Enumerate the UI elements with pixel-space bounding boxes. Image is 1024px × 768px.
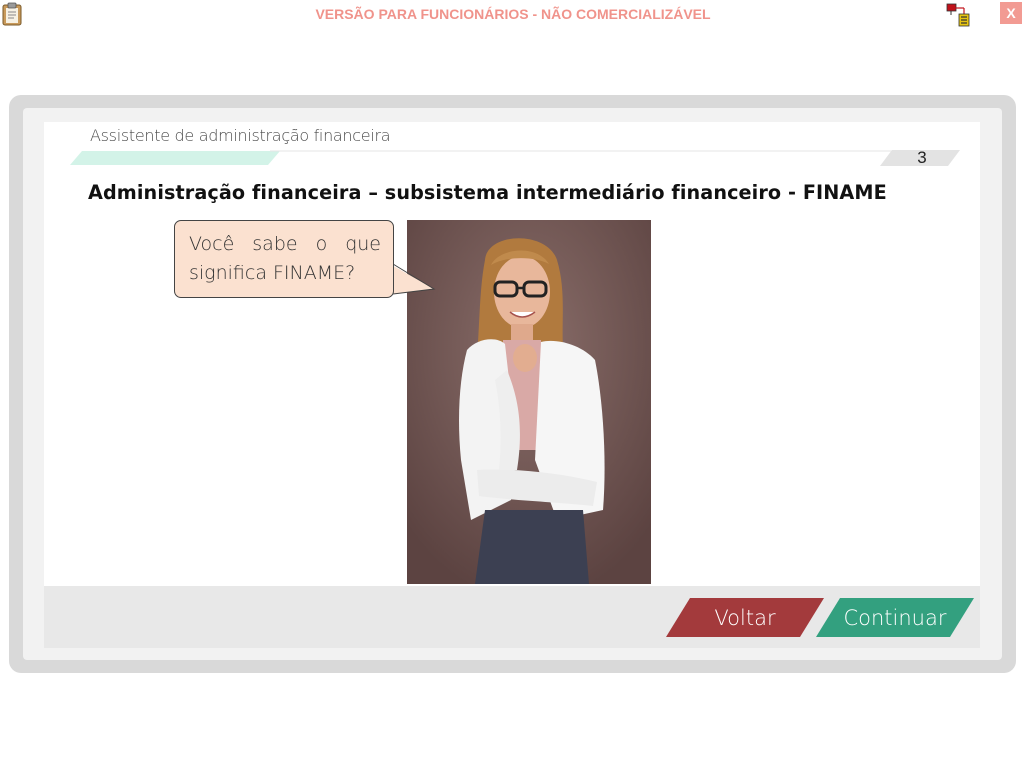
close-button[interactable]: X bbox=[1000, 2, 1022, 24]
close-icon: X bbox=[1006, 5, 1016, 21]
header-progress-rule bbox=[70, 150, 960, 166]
employee-version-watermark: VERSÃO PARA FUNCIONÁRIOS - NÃO COMERCIAL… bbox=[315, 6, 711, 22]
businesswoman-photo bbox=[407, 220, 651, 584]
continue-button-label: Continuar bbox=[843, 606, 947, 630]
back-button-label: Voltar bbox=[714, 606, 776, 630]
back-button[interactable]: Voltar bbox=[666, 598, 824, 637]
continue-button[interactable]: Continuar bbox=[816, 598, 974, 637]
slide-title: Administração financeira – subsistema in… bbox=[88, 181, 887, 204]
speech-bubble-tail bbox=[390, 263, 436, 295]
clipboard-icon[interactable] bbox=[1, 2, 23, 26]
network-status-icon[interactable] bbox=[944, 2, 972, 28]
app-top-bar: VERSÃO PARA FUNCIONÁRIOS - NÃO COMERCIAL… bbox=[0, 0, 1024, 30]
speech-bubble: Você sabe o que significa FINAME? bbox=[174, 220, 394, 298]
course-title: Assistente de administração financeira bbox=[90, 126, 391, 145]
page-number: 3 bbox=[917, 148, 927, 167]
